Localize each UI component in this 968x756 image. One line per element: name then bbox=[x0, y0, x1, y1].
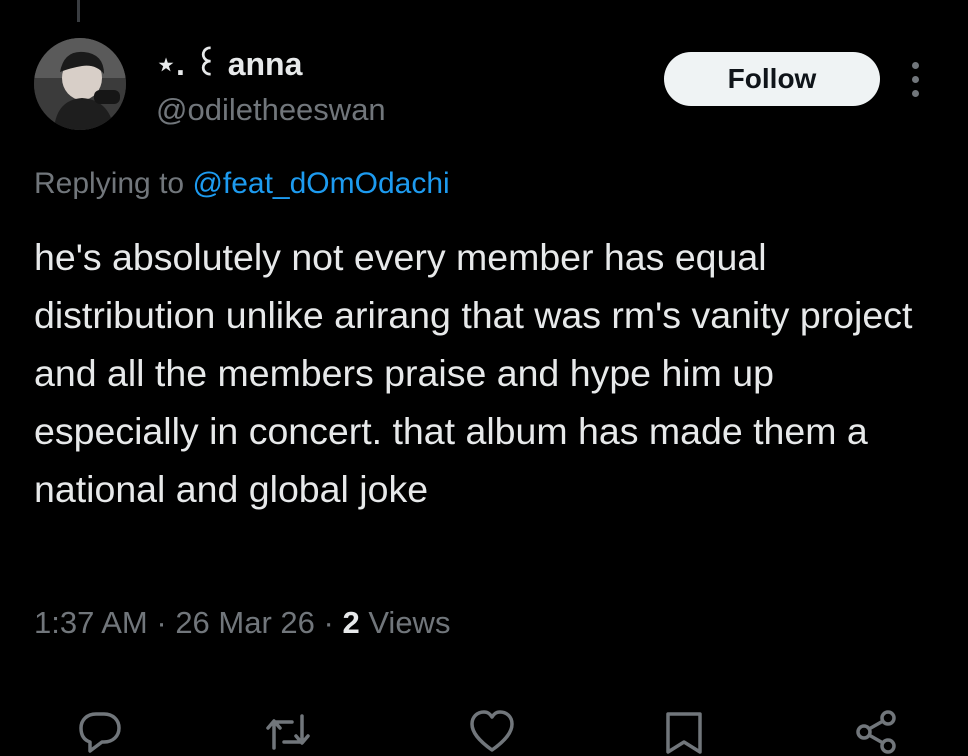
views-count: 2 bbox=[342, 605, 360, 640]
reply-icon[interactable] bbox=[76, 708, 124, 756]
tweet-date[interactable]: 26 Mar 26 bbox=[175, 605, 315, 640]
retweet-icon[interactable] bbox=[264, 708, 312, 756]
avatar-image bbox=[34, 38, 126, 130]
thread-line bbox=[77, 0, 80, 22]
follow-button[interactable]: Follow bbox=[664, 52, 880, 106]
reply-to-handle-link[interactable]: @feat_dOmOdachi bbox=[192, 167, 449, 200]
display-name[interactable]: ⋆. ꒰ anna bbox=[156, 44, 302, 84]
more-options-icon[interactable] bbox=[904, 60, 928, 100]
views-label: Views bbox=[359, 605, 451, 640]
tweet-text: he's absolutely not every member has equ… bbox=[34, 236, 913, 510]
meta-separator: · bbox=[314, 605, 343, 640]
tweet-time[interactable]: 1:37 AM bbox=[34, 605, 148, 640]
meta-separator: · bbox=[147, 605, 176, 640]
reply-context-prefix: Replying to bbox=[34, 167, 193, 200]
reply-context: Replying to @feat_dOmOdachi bbox=[34, 164, 450, 204]
like-icon[interactable] bbox=[468, 708, 516, 756]
user-handle[interactable]: @odiletheeswan bbox=[156, 90, 386, 130]
avatar[interactable] bbox=[34, 38, 126, 130]
share-icon[interactable] bbox=[852, 708, 900, 756]
tweet-meta: 1:37 AM · 26 Mar 26 · 2 Views bbox=[34, 603, 450, 643]
bookmark-icon[interactable] bbox=[660, 708, 708, 756]
